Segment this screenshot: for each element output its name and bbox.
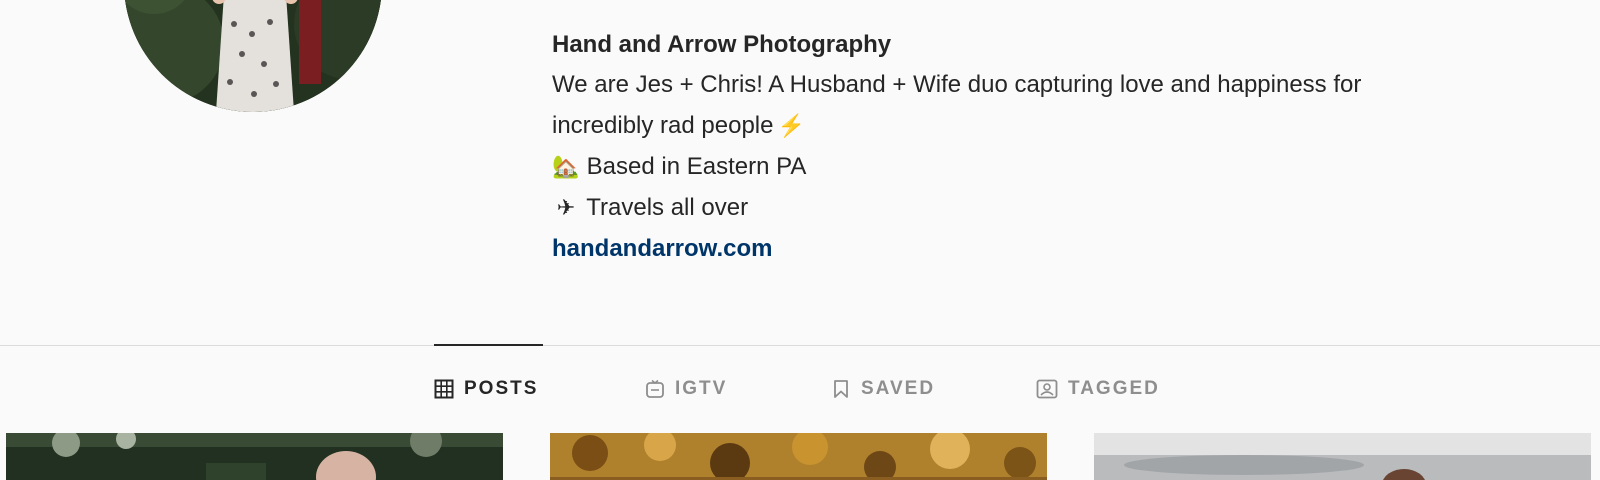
house-emoji-icon: 🏡 — [552, 154, 580, 179]
profile-page: Hand and Arrow Photography We are Jes + … — [0, 0, 1600, 480]
profile-avatar[interactable] — [124, 0, 382, 112]
bookmark-icon — [834, 380, 848, 398]
tagged-icon — [1036, 379, 1058, 399]
bio-line: incredibly rad people ⚡ — [552, 105, 1532, 146]
tab-tagged[interactable]: TAGGED — [1036, 376, 1160, 402]
bio-line: We are Jes + Chris! A Husband + Wife duo… — [552, 64, 1532, 105]
tab-posts[interactable]: POSTS — [434, 376, 538, 402]
tab-label: SAVED — [861, 378, 936, 399]
lightning-emoji-icon: ⚡ — [777, 113, 805, 138]
bio-line: 🏡 Based in Eastern PA — [552, 146, 1532, 187]
post-thumbnail[interactable] — [550, 433, 1047, 480]
post-photo — [1094, 433, 1591, 480]
bio-line-text: Based in Eastern PA — [586, 153, 807, 180]
tab-saved[interactable]: SAVED — [831, 376, 935, 402]
profile-bio: Hand and Arrow Photography We are Jes + … — [552, 28, 1532, 269]
bio-line-text: We are Jes + Chris! A Husband + Wife duo… — [552, 71, 1362, 98]
post-photo — [6, 433, 503, 480]
post-thumbnail[interactable] — [6, 433, 503, 480]
bio-line: ✈ Travels all over — [552, 187, 1532, 228]
profile-website-link[interactable]: handandarrow.com — [552, 228, 772, 269]
tab-igtv[interactable]: IGTV — [645, 376, 727, 402]
post-thumbnail[interactable] — [1094, 433, 1591, 480]
igtv-icon — [646, 379, 664, 398]
bio-line-text: Travels all over — [586, 194, 749, 221]
grid-icon — [434, 379, 454, 399]
tabs-divider — [0, 345, 1600, 346]
active-tab-indicator — [434, 344, 543, 346]
bio-line-text: incredibly rad people — [552, 112, 774, 139]
tab-label: POSTS — [464, 378, 539, 399]
profile-tabs: POSTS IGTV SAVED TAGGED — [0, 376, 1600, 402]
avatar-photo — [124, 0, 382, 112]
profile-full-name: Hand and Arrow Photography — [552, 31, 892, 58]
tab-label: IGTV — [675, 378, 728, 399]
post-photo — [550, 433, 1047, 480]
airplane-emoji-icon: ✈ — [556, 195, 576, 220]
tab-label: TAGGED — [1068, 378, 1160, 399]
